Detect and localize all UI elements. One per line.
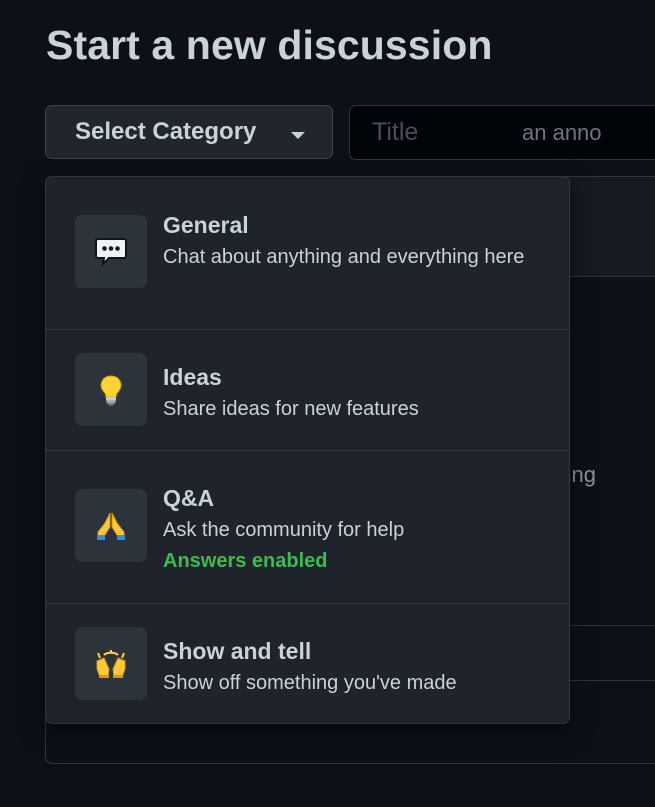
page-title: Start a new discussion <box>46 22 493 68</box>
category-option-general[interactable]: General Chat about anything and everythi… <box>46 177 569 330</box>
select-category-label: Select Category <box>75 118 257 145</box>
category-description: Show off something you've made <box>163 672 457 694</box>
category-description: Share ideas for new features <box>163 398 419 420</box>
category-description: Ask the community for help <box>163 519 405 541</box>
caret-down-icon <box>291 132 305 139</box>
category-option-show-and-tell[interactable]: Show and tell Show off something you've … <box>46 604 569 723</box>
answers-enabled-badge: Answers enabled <box>163 550 328 572</box>
category-name: Show and tell <box>163 638 312 664</box>
light-bulb-icon <box>75 353 147 426</box>
category-option-ideas[interactable]: Ideas Share ideas for new features <box>46 330 569 451</box>
category-dropdown-menu: General Chat about anything and everythi… <box>45 176 570 724</box>
editor-placeholder-text: an anno <box>522 120 602 145</box>
category-name: Ideas <box>163 364 222 390</box>
speech-balloon-icon <box>75 215 147 288</box>
select-category-button[interactable]: Select Category <box>45 105 333 159</box>
title-input[interactable] <box>349 105 655 160</box>
folded-hands-icon <box>75 489 147 562</box>
category-description: Chat about anything and everything here <box>163 246 525 268</box>
raising-hands-icon <box>75 627 147 700</box>
category-name: Q&A <box>163 485 215 511</box>
category-option-qa[interactable]: Q&A Ask the community for help Answers e… <box>46 451 569 604</box>
category-name: General <box>163 212 249 238</box>
